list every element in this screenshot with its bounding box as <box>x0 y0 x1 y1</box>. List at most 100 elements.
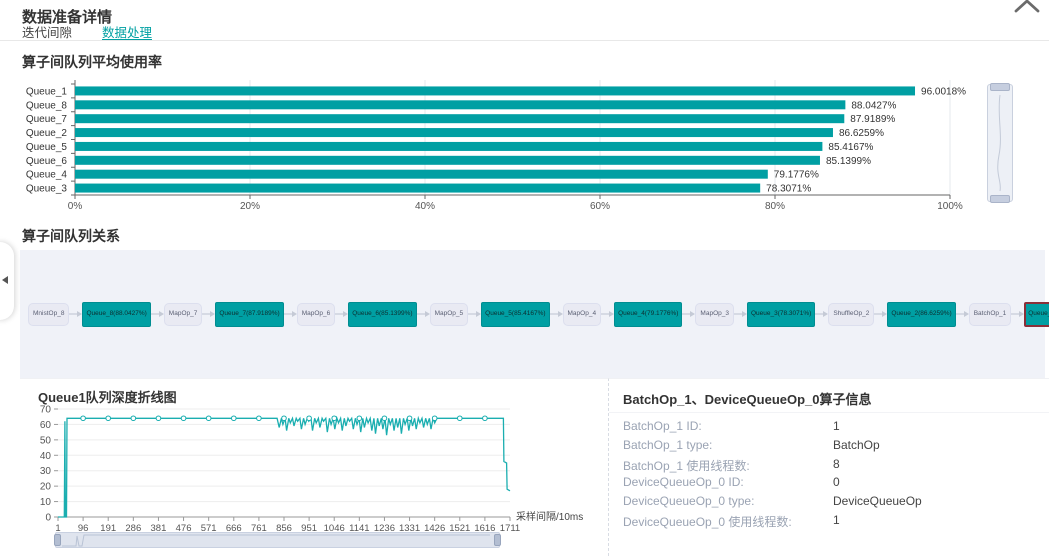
info-row-label: DeviceQueueOp_0 使用线程数: <box>623 513 792 530</box>
zoom-slider-handle-right[interactable] <box>494 534 501 546</box>
info-title-divider <box>609 412 1049 413</box>
x-axis-tick-label: 20% <box>240 201 260 212</box>
bar-value-label: 85.4167% <box>828 142 873 153</box>
usage-bar[interactable] <box>75 86 915 95</box>
zoom-slider-handle-top[interactable] <box>990 83 1010 91</box>
info-row-value: BatchOp <box>833 438 880 452</box>
x-axis-tick-label: 191 <box>100 523 116 531</box>
bar-value-label: 87.9189% <box>850 114 895 125</box>
flow-node-queue_7[interactable]: Queue_7(87.9189%) <box>215 302 283 327</box>
flow-node-mapop_3[interactable]: MapOp_3 <box>695 303 734 326</box>
y-axis-tick-label: 70 <box>40 405 52 416</box>
x-axis-tick-label: 286 <box>125 523 141 531</box>
flow-node-queue_2[interactable]: Queue_2(86.6259%) <box>887 302 955 327</box>
y-axis-tick-label: 30 <box>40 466 52 477</box>
flow-node-shuffleop_2[interactable]: ShuffleOp_2 <box>828 303 874 326</box>
flow-arrow-icon <box>601 310 614 318</box>
category-label: Queue_5 <box>26 142 68 153</box>
x-axis-tick-label: 666 <box>226 523 242 531</box>
flow-node-queue_3[interactable]: Queue_3(78.3071%) <box>747 302 815 327</box>
info-row-value: DeviceQueueOp <box>833 494 922 508</box>
flow-node-queue_1[interactable]: Queue_1(96.0018%) <box>1024 302 1049 327</box>
category-label: Queue_4 <box>26 170 68 181</box>
queue-relation-section-title: 算子间队列关系 <box>22 226 120 246</box>
x-axis-tick-label: 100% <box>937 201 963 212</box>
zoom-slider-profile <box>988 93 1012 193</box>
operator-info-panel: BatchOp_1、DeviceQueueOp_0算子信息 BatchOp_1 … <box>608 378 1049 556</box>
bar-value-label: 88.0427% <box>851 100 896 111</box>
x-axis-tick-label: 1236 <box>374 523 395 531</box>
data-point-marker <box>357 416 362 421</box>
zoom-slider-profile <box>62 533 492 547</box>
info-row: BatchOp_1 使用线程数:8 <box>623 457 1039 476</box>
info-row-value: 1 <box>833 513 840 527</box>
bar-chart-zoom-slider[interactable] <box>987 84 1013 202</box>
flow-node-mapop_4[interactable]: MapOp_4 <box>563 303 602 326</box>
info-row-label: BatchOp_1 ID: <box>623 419 702 433</box>
chevron-left-icon <box>2 276 8 284</box>
flow-arrow-icon <box>468 310 481 318</box>
flow-arrow-icon <box>734 310 747 318</box>
usage-bar[interactable] <box>75 128 833 137</box>
flow-node-batchop_1[interactable]: BatchOp_1 <box>969 303 1012 326</box>
data-point-marker <box>282 416 287 421</box>
tab-iteration-gap[interactable]: 迭代间隙 <box>22 22 72 41</box>
flow-arrow-icon <box>335 310 348 318</box>
info-row-label: DeviceQueueOp_0 ID: <box>623 475 744 489</box>
tab-data-processing[interactable]: 数据处理 <box>102 22 152 41</box>
usage-bar[interactable] <box>75 170 768 179</box>
data-point-marker <box>432 416 437 421</box>
usage-bar[interactable] <box>75 114 844 123</box>
flow-node-mapop_6[interactable]: MapOp_6 <box>297 303 336 326</box>
zoom-slider-handle-left[interactable] <box>54 534 61 546</box>
x-axis-tick-label: 60% <box>590 201 610 212</box>
y-axis-tick-label: 60 <box>40 420 52 431</box>
category-label: Queue_3 <box>26 184 68 195</box>
flow-arrow-icon <box>151 310 164 318</box>
flow-node-queue_4[interactable]: Queue_4(79.1776%) <box>614 302 682 327</box>
y-axis-tick-label: 20 <box>40 482 52 493</box>
usage-bar[interactable] <box>75 156 820 165</box>
flow-node-queue_6[interactable]: Queue_6(85.1399%) <box>348 302 416 327</box>
info-row: BatchOp_1 ID: 1 <box>623 419 1039 438</box>
x-axis-tick-label: 476 <box>176 523 192 531</box>
info-row-value: 1 <box>833 419 840 433</box>
usage-bar[interactable] <box>75 100 845 109</box>
x-axis-tick-label: 1141 <box>349 523 369 531</box>
data-point-marker <box>382 416 387 421</box>
flow-node-queue_5[interactable]: Queue_5(85.4167%) <box>481 302 549 327</box>
x-axis-tick-label: 1331 <box>399 523 420 531</box>
flow-node-mapop_5[interactable]: MapOp_5 <box>430 303 469 326</box>
x-axis-tick-label: 1046 <box>324 523 345 531</box>
flow-node-queue_8[interactable]: Queue_8(88.0427%) <box>82 302 150 327</box>
flow-arrow-icon <box>1011 310 1024 318</box>
category-label: Queue_8 <box>26 100 68 111</box>
zoom-slider-handle-bottom[interactable] <box>990 195 1010 203</box>
x-axis-tick-label: 856 <box>276 523 292 531</box>
flow-node-mnistop_8[interactable]: MnistOp_8 <box>28 303 69 326</box>
queue-depth-line-chart: 0102030405060701961912863814765716667618… <box>20 379 608 531</box>
tab-bar: 迭代间隙 数据处理 <box>22 22 152 41</box>
flow-arrow-icon <box>417 310 430 318</box>
x-axis-tick-label: 1426 <box>424 523 445 531</box>
bar-value-label: 96.0018% <box>921 86 966 97</box>
x-axis-tick-label: 96 <box>78 523 89 531</box>
data-point-marker <box>181 416 186 421</box>
collapse-up-icon[interactable] <box>1012 0 1042 14</box>
info-row: DeviceQueueOp_0 ID:0 <box>623 475 1039 494</box>
collapse-panel-button[interactable] <box>0 242 14 320</box>
tabs-divider <box>0 40 1049 41</box>
bar-value-label: 79.1776% <box>774 170 819 181</box>
queue-depth-panel: Queue1队列深度折线图 01020304050607019619128638… <box>20 378 608 556</box>
flow-arrow-icon <box>682 310 695 318</box>
data-point-marker <box>307 416 312 421</box>
line-chart-zoom-slider[interactable] <box>55 532 500 548</box>
data-point-marker <box>231 416 236 421</box>
queue-usage-bar-chart: 0%20%40%60%80%100%Queue_196.0018%Queue_8… <box>0 70 970 212</box>
flow-arrow-icon <box>874 310 887 318</box>
flow-node-mapop_7[interactable]: MapOp_7 <box>164 303 203 326</box>
usage-bar[interactable] <box>75 142 822 151</box>
data-point-marker <box>131 416 136 421</box>
usage-bar[interactable] <box>75 184 760 193</box>
info-row-value: 8 <box>833 457 840 471</box>
